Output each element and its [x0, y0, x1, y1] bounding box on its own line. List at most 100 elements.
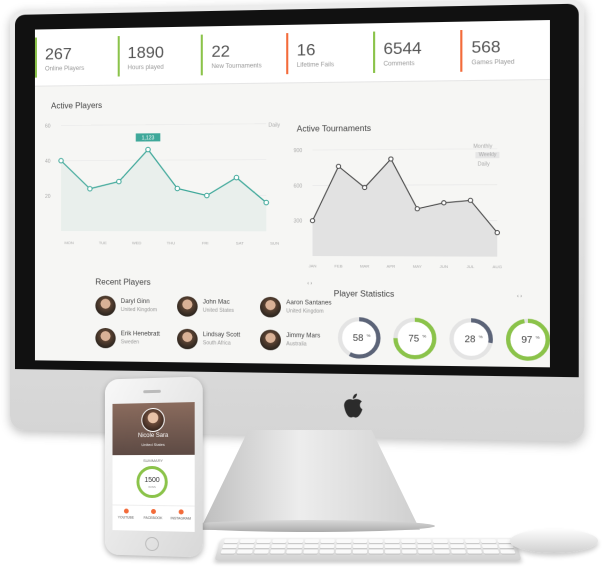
keyboard-key	[303, 544, 319, 549]
player-statistics-pager[interactable]: ‹ ›	[517, 293, 522, 299]
keyboard-key	[401, 544, 416, 549]
data-point[interactable]	[389, 157, 393, 161]
series-area	[312, 158, 498, 257]
data-point[interactable]	[264, 200, 269, 205]
iphone: Nicole Sara United States SUMMARY 1500 W…	[104, 376, 203, 558]
apple-logo-icon	[344, 393, 363, 418]
donut-ring: 58%	[336, 315, 383, 361]
x-tick-label: JAN	[309, 263, 317, 268]
player-name: Daryl Ginn	[120, 298, 150, 306]
data-point[interactable]	[363, 185, 367, 189]
x-tick-label: THU	[167, 240, 176, 245]
keyboard-key	[304, 539, 319, 543]
phone-nav-label: YOUTUBE	[117, 515, 135, 520]
recent-player-item[interactable]: Daryl Ginn United Kingdom	[95, 295, 172, 321]
data-point[interactable]	[146, 147, 151, 151]
stat-value: 1890	[127, 44, 164, 63]
recent-players-list: Daryl Ginn United Kingdom John Mac United S…	[95, 295, 332, 368]
imac-stand-base	[185, 520, 435, 532]
recent-player-item[interactable]: John Mac United States	[177, 296, 255, 321]
recent-players-pager[interactable]: ‹ ›	[307, 281, 312, 287]
keyboard-key	[239, 539, 256, 543]
keyboard-key	[336, 539, 351, 543]
keyboard-key	[385, 544, 400, 549]
data-point[interactable]	[468, 198, 472, 202]
donut-ring: 97%	[504, 316, 550, 363]
stat-label: Hours played	[127, 64, 164, 72]
data-point[interactable]	[234, 175, 239, 180]
y-tick-label: 60	[45, 124, 51, 130]
keyboard-key	[448, 539, 464, 543]
avatar	[259, 296, 281, 318]
keyboard-key	[417, 544, 433, 549]
stat-label: Lifetime Fails	[296, 62, 335, 69]
active-players-title: Active Players	[51, 100, 103, 111]
recent-player-item[interactable]: Lindsay Scott South Africa	[177, 328, 255, 354]
keyboard-key	[320, 544, 335, 549]
data-point[interactable]	[58, 157, 64, 163]
keyboard-key	[385, 549, 400, 554]
avatar	[95, 327, 116, 349]
keyboard-key	[286, 549, 302, 554]
data-point[interactable]	[442, 201, 446, 205]
keyboard-key	[270, 549, 286, 554]
keyboard-key	[467, 549, 483, 554]
player-name: Jimmy Mars	[286, 332, 321, 340]
data-point[interactable]	[336, 164, 340, 168]
keyboard-key	[450, 549, 466, 554]
keyboard-key	[287, 544, 303, 549]
keyboard-key	[320, 539, 335, 543]
keyboard-key	[368, 544, 384, 549]
keyboard-key	[416, 539, 432, 543]
recent-player-item[interactable]: Aaron Santanes United Kingdom	[259, 296, 339, 322]
stat-value: 22	[211, 43, 230, 61]
donut-percent: %	[536, 335, 540, 340]
x-tick-label: JUL	[467, 264, 476, 269]
data-point[interactable]	[175, 186, 180, 190]
keyboard-key	[336, 544, 351, 549]
stat-card: 267 Online Players	[34, 36, 118, 78]
phone-progress-ring: 1500 WINS	[136, 465, 168, 499]
stat-donut: 97%	[504, 316, 550, 363]
youtube-icon	[123, 508, 129, 514]
active-tournaments-chart: 900 600 300 JAN FEB MAR APR MAY JUN JUL AUG	[294, 136, 502, 269]
keyboard-key	[401, 549, 417, 554]
keyboard-key	[499, 549, 516, 554]
player-location: United Kingdom	[286, 308, 324, 315]
phone-avatar	[141, 407, 165, 433]
keyboard-key	[319, 549, 335, 554]
x-tick-label: APR	[387, 264, 396, 269]
data-point[interactable]	[310, 219, 314, 223]
data-point[interactable]	[117, 179, 121, 183]
data-point[interactable]	[415, 207, 419, 211]
tooltip-text: 1,123	[142, 135, 155, 141]
avatar	[259, 329, 281, 351]
phone-nav-facebook[interactable]: FACEBOOK	[139, 506, 166, 528]
recent-player-item[interactable]: Jimmy Mars Australia	[259, 329, 339, 356]
phone-speaker	[143, 389, 161, 394]
player-location: United Kingdom	[120, 306, 158, 314]
y-tick-label: 300	[294, 219, 303, 225]
phone-nav-instagram[interactable]: INSTAGRAM	[167, 506, 195, 529]
y-tick-label: 600	[294, 183, 303, 189]
phone-screen: Nicole Sara United States SUMMARY 1500 W…	[112, 402, 195, 532]
y-tick-label: 40	[45, 159, 51, 165]
data-point[interactable]	[88, 187, 92, 191]
player-statistics-title: Player Statistics	[333, 289, 395, 299]
x-tick-label: MON	[64, 240, 74, 245]
player-location: Sweden	[120, 339, 140, 346]
stat-card: 6544 Comments	[372, 30, 461, 73]
recent-player-item[interactable]: Erik Henebratt Sweden	[95, 327, 172, 353]
phone-home-button[interactable]	[145, 536, 159, 552]
avatar	[95, 295, 116, 316]
data-point[interactable]	[495, 231, 499, 235]
donut-percent: %	[422, 333, 426, 338]
instagram-icon	[178, 509, 184, 515]
keyboard-key	[483, 549, 499, 554]
x-tick-label: TUE	[99, 240, 107, 245]
keyboard-key	[433, 544, 449, 549]
donut-ring: 75%	[391, 315, 438, 361]
x-tick-label: JUN	[440, 264, 449, 269]
data-point[interactable]	[205, 193, 210, 197]
phone-nav-youtube[interactable]: YOUTUBE	[113, 505, 140, 527]
